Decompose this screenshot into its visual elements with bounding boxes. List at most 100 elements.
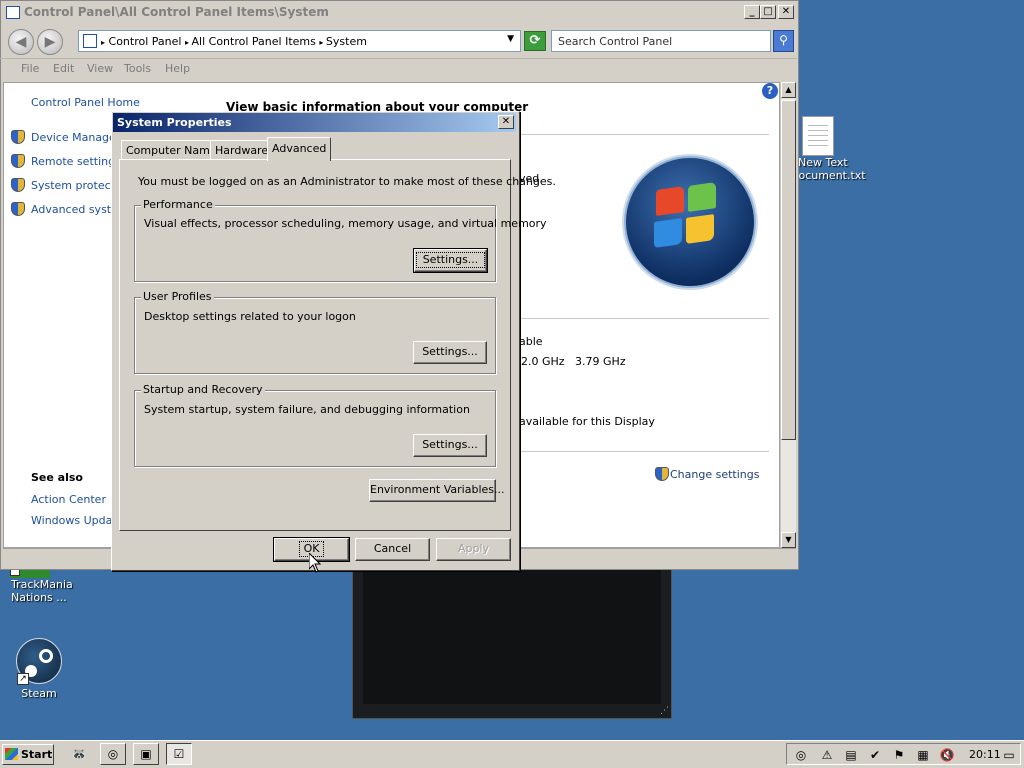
windows-logo xyxy=(624,156,756,288)
dialog-title-bar[interactable]: System Properties xyxy=(113,113,516,132)
address-bar[interactable]: ▸ Control Panel ▸ All Control Panel Item… xyxy=(78,30,521,52)
user-profiles-label: User Profiles xyxy=(141,290,214,303)
maximize-button[interactable]: □ xyxy=(760,5,776,19)
volume-muted-tray-icon[interactable]: 🔇 xyxy=(939,747,955,763)
pen-touch-fragment: available for this Display xyxy=(519,415,655,428)
dialog-close-button[interactable]: ✕ xyxy=(498,115,514,129)
user-profiles-description: Desktop settings related to your logon xyxy=(144,310,356,323)
menu-tools[interactable]: Tools xyxy=(124,62,151,75)
search-input[interactable]: Search Control Panel xyxy=(551,30,771,52)
menu-view[interactable]: View xyxy=(87,62,113,75)
back-button[interactable]: ◀ xyxy=(8,29,34,55)
menu-help[interactable]: Help xyxy=(165,62,190,75)
see-also-action-center[interactable]: Action Center xyxy=(31,493,106,506)
startup-recovery-label: Startup and Recovery xyxy=(141,383,265,396)
menu-edit[interactable]: Edit xyxy=(53,62,74,75)
performance-settings-button[interactable]: Settings... xyxy=(413,248,488,273)
chevron-down-icon[interactable]: ▼ xyxy=(507,34,514,44)
taskbar-remote-button[interactable]: ▣ xyxy=(133,743,159,765)
vertical-scrollbar[interactable]: ▲ ▼ xyxy=(780,82,796,548)
dialog-title: System Properties xyxy=(117,116,232,129)
tab-advanced[interactable]: Advanced xyxy=(267,137,332,161)
background-window[interactable]: ⋰ xyxy=(352,560,672,719)
shield-icon xyxy=(11,154,25,168)
change-settings-link[interactable]: Change settings xyxy=(670,468,759,481)
sidebar-link-device-manager[interactable]: Device Manager xyxy=(31,131,120,144)
close-button[interactable]: ✕ xyxy=(778,5,794,19)
desktop-icon-steam[interactable]: ↗ Steam xyxy=(4,638,74,700)
user-profiles-settings-button[interactable]: Settings... xyxy=(413,341,487,364)
scroll-thumb[interactable] xyxy=(781,100,796,440)
see-also-windows-update[interactable]: Windows Update xyxy=(31,514,123,527)
forward-button[interactable]: ▶ xyxy=(37,29,63,55)
cancel-button[interactable]: Cancel xyxy=(355,538,430,561)
control-panel-icon xyxy=(83,34,97,48)
taskbar-control-panel-button[interactable]: ☑ xyxy=(166,743,192,765)
network-tray-icon[interactable]: ▦ xyxy=(915,747,931,763)
scroll-up-icon[interactable]: ▲ xyxy=(781,82,796,98)
shield-icon xyxy=(11,130,25,144)
sidebar-link-advanced-system[interactable]: Advanced syster xyxy=(31,203,122,216)
scroll-down-icon[interactable]: ▼ xyxy=(781,532,796,548)
desktop-icon-trackmania[interactable]: TrackMania Nations ... xyxy=(3,564,73,604)
admin-note: You must be logged on as an Administrato… xyxy=(138,175,556,188)
shield-icon xyxy=(655,467,669,481)
resize-grip-icon[interactable]: ⋰ xyxy=(660,706,669,716)
memory-fragment: able xyxy=(519,335,543,348)
divider xyxy=(520,134,769,135)
performance-settings-label: Settings... xyxy=(415,252,486,268)
breadcrumb-system[interactable]: System xyxy=(326,35,367,48)
notes-tray-icon[interactable]: ▤ xyxy=(843,747,859,763)
shield-icon xyxy=(11,178,25,192)
security-tray-icon[interactable]: ⚠ xyxy=(819,747,835,763)
startup-recovery-description: System startup, system failure, and debu… xyxy=(144,403,470,416)
desktop-icon-label: Nations ... xyxy=(11,591,67,604)
desktop-icon-label: Steam xyxy=(21,687,57,700)
steam-tray-icon[interactable]: ◎ xyxy=(793,747,809,763)
help-icon[interactable]: ? xyxy=(762,83,778,99)
search-icon[interactable]: ⚲ xyxy=(773,30,794,52)
clock[interactable]: 20:11 xyxy=(969,748,1001,761)
mouse-cursor-icon xyxy=(309,553,321,573)
divider xyxy=(520,318,769,319)
processor-fragment: 2.0 GHz 3.79 GHz xyxy=(521,355,626,368)
startup-recovery-settings-button[interactable]: Settings... xyxy=(413,434,487,457)
divider xyxy=(520,451,769,452)
quicklaunch-raccoon-icon[interactable]: 🦝 xyxy=(66,743,92,765)
text-file-icon xyxy=(802,116,834,156)
startup-recovery-group: Startup and Recovery System startup, sys… xyxy=(134,383,496,467)
flag-tray-icon[interactable]: ⚑ xyxy=(891,747,907,763)
window-system-icon[interactable] xyxy=(6,6,20,19)
menu-file[interactable]: File xyxy=(21,62,39,75)
breadcrumb-all-items[interactable]: All Control Panel Items xyxy=(192,35,316,48)
refresh-icon[interactable]: ⟳ xyxy=(524,31,546,51)
checkmark-tray-icon[interactable]: ✔ xyxy=(867,747,883,763)
taskbar-steam-button[interactable]: ◎ xyxy=(100,743,126,765)
apply-button[interactable]: Apply xyxy=(436,538,511,561)
performance-description: Visual effects, processor scheduling, me… xyxy=(144,217,547,230)
background-window-content xyxy=(363,567,661,704)
sidebar-link-remote-settings[interactable]: Remote settings xyxy=(31,155,121,168)
breadcrumb-control-panel[interactable]: Control Panel xyxy=(109,35,182,48)
see-also-heading: See also xyxy=(31,471,83,484)
control-panel-home-link[interactable]: Control Panel Home xyxy=(31,96,140,109)
performance-label: Performance xyxy=(141,198,215,211)
show-desktop-icon[interactable]: ▭ xyxy=(1001,747,1017,763)
steam-icon: ↗ xyxy=(16,638,62,685)
window-title: Control Panel\All Control Panel Items\Sy… xyxy=(24,5,329,19)
user-profiles-group: User Profiles Desktop settings related t… xyxy=(134,290,496,374)
windows-flag-icon xyxy=(5,748,18,760)
desktop-icon-label: TrackMania xyxy=(11,578,73,591)
shield-icon xyxy=(11,202,25,216)
breadcrumb: ▸ Control Panel ▸ All Control Panel Item… xyxy=(101,35,367,48)
minimize-button[interactable]: _ xyxy=(744,5,760,19)
desktop-icon-new-text-document[interactable]: New Text Document.txt xyxy=(790,116,866,182)
menu-bar xyxy=(0,58,797,80)
environment-variables-button[interactable]: Environment Variables... xyxy=(369,479,505,502)
system-tray: ◎ ⚠ ▤ ✔ ⚑ ▦ 🔇 20:11 ▭ xyxy=(786,743,1021,765)
tab-computer-name[interactable]: Computer Name xyxy=(121,140,222,160)
desktop-icon-label: New Text xyxy=(798,156,848,169)
tab-hardware[interactable]: Hardware xyxy=(210,140,274,160)
performance-group: Performance Visual effects, processor sc… xyxy=(134,198,547,282)
desktop-icon-label: Document.txt xyxy=(790,169,866,182)
